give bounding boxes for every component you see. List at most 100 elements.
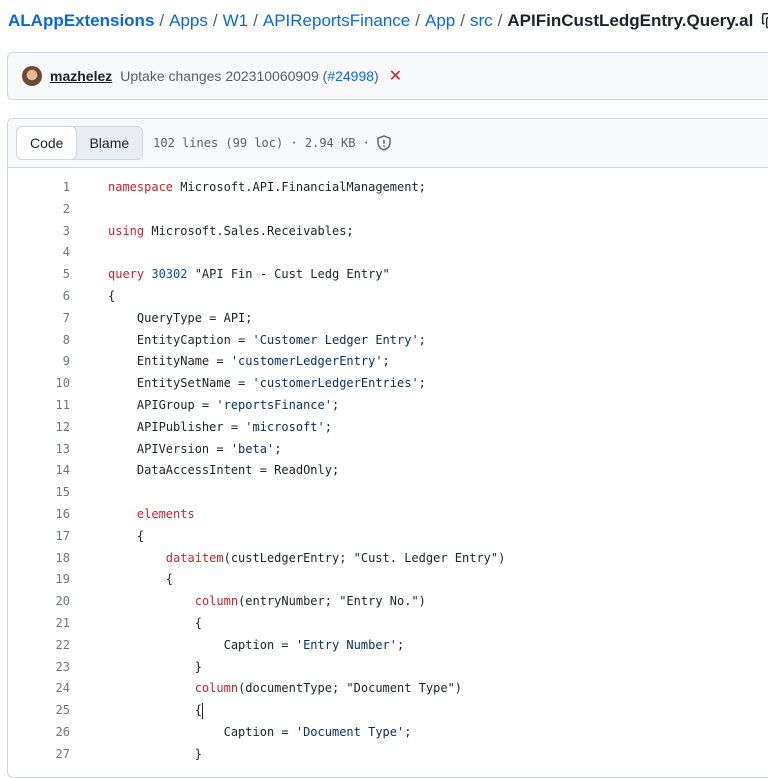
breadcrumb-separator: /: [253, 11, 258, 30]
line-number[interactable]: 7: [8, 308, 108, 330]
code-text: {: [108, 615, 202, 630]
line-number[interactable]: 12: [8, 417, 108, 439]
line-number[interactable]: 16: [8, 504, 108, 526]
breadcrumb: ALAppExtensions / Apps / W1 / APIReports…: [8, 6, 768, 36]
line-number[interactable]: 3: [8, 221, 108, 243]
code-text: namespace Microsoft.API.FinancialManagem…: [108, 180, 426, 194]
code-text: EntitySetName = 'customerLedgerEntries';: [108, 376, 426, 391]
breadcrumb-link-src[interactable]: src: [470, 11, 493, 31]
copy-icon[interactable]: [761, 12, 768, 30]
line-number[interactable]: 9: [8, 351, 108, 373]
code-view[interactable]: 1 namespace Microsoft.API.FinancialManage…: [8, 177, 768, 766]
file-info: 102 lines (99 loc) · 2.94 KB ·: [153, 135, 392, 151]
code-text: APIGroup = 'reportsFinance';: [108, 397, 340, 412]
code-line: 7 QueryType = API;: [8, 308, 768, 330]
code-text: dataitem(custLedgerEntry; "Cust. Ledger …: [165, 550, 506, 565]
avatar[interactable]: [22, 66, 42, 86]
line-number[interactable]: 6: [8, 286, 108, 308]
code-line: 18 dataitem(custLedgerEntry; "Cust. Ledg…: [8, 548, 768, 570]
status-failed-icon[interactable]: ✕: [389, 66, 402, 86]
breadcrumb-separator: /: [159, 11, 165, 30]
tab-code[interactable]: Code: [16, 126, 78, 160]
code-line: 3 using Microsoft.Sales.Receivables;: [8, 221, 768, 243]
code-line: 12 APIPublisher = 'microsoft';: [8, 417, 768, 439]
code-line: 5 query 30302 "API Fin - Cust Ledg Entry": [8, 264, 768, 286]
code-text: using Microsoft.Sales.Receivables;: [108, 223, 354, 238]
line-number[interactable]: 27: [8, 744, 108, 766]
code-text: QueryType = API;: [108, 310, 253, 325]
line-number[interactable]: 26: [8, 722, 108, 744]
breadcrumb-separator: /: [497, 11, 503, 30]
code-line: 23 }: [8, 657, 768, 679]
line-number[interactable]: 17: [8, 526, 108, 548]
line-number[interactable]: 14: [8, 460, 108, 482]
line-number[interactable]: 1: [8, 177, 108, 199]
code-text: column(entryNumber; "Entry No."): [194, 594, 426, 609]
code-line: 20 column(entryNumber; "Entry No."): [8, 591, 768, 613]
code-text: {: [108, 572, 174, 587]
code-line: 1 namespace Microsoft.API.FinancialManage…: [8, 177, 768, 199]
breadcrumb-separator: /: [212, 11, 218, 30]
code-line: 13 APIVersion = 'beta';: [8, 439, 768, 461]
code-line: 14 DataAccessIntent = ReadOnly;: [8, 460, 768, 482]
code-line: 2: [8, 199, 768, 221]
file-header: Code Blame 102 lines (99 loc) · 2.94 KB …: [8, 119, 768, 168]
commit-author[interactable]: mazhelez: [50, 68, 112, 84]
line-number[interactable]: 2: [8, 199, 108, 221]
line-number[interactable]: 8: [8, 330, 108, 352]
code-text: APIPublisher = 'microsoft';: [108, 419, 332, 434]
line-number[interactable]: 22: [8, 635, 108, 657]
breadcrumb-link-w1[interactable]: W1: [223, 11, 249, 31]
line-number[interactable]: 13: [8, 439, 108, 461]
code-text: query 30302 "API Fin - Cust Ledg Entry": [108, 267, 390, 282]
code-text: Caption = 'Document Type';: [108, 724, 412, 739]
view-toggle: Code Blame: [16, 126, 144, 160]
line-number[interactable]: 19: [8, 569, 108, 591]
code-line: 25 {: [8, 700, 768, 722]
code-text: column(documentType; "Document Type"): [194, 681, 463, 696]
code-line: 15: [8, 482, 768, 504]
code-line: 24 column(documentType; "Document Type"): [8, 678, 768, 700]
code-line: 22 Caption = 'Entry Number';: [8, 635, 768, 657]
code-text: {: [108, 288, 116, 303]
code-line: 4: [8, 242, 768, 264]
line-number[interactable]: 20: [8, 591, 108, 613]
code-text: }: [108, 659, 202, 674]
code-text: elements: [136, 506, 195, 521]
commit-pr-link[interactable]: #24998: [327, 68, 374, 84]
text-cursor: [201, 702, 203, 719]
breadcrumb-link-apps[interactable]: Apps: [169, 11, 208, 31]
file-viewer: Code Blame 102 lines (99 loc) · 2.94 KB …: [7, 118, 768, 778]
line-number[interactable]: 25: [8, 700, 108, 722]
commit-message-link[interactable]: Uptake changes 202310060909 (: [120, 68, 327, 84]
breadcrumb-separator: /: [415, 11, 420, 30]
code-line: 26 Caption = 'Document Type';: [8, 722, 768, 744]
line-number[interactable]: 11: [8, 395, 108, 417]
line-number[interactable]: 23: [8, 657, 108, 679]
breadcrumb-link-app[interactable]: App: [425, 11, 455, 31]
commit-message: Uptake changes 202310060909 (#24998): [120, 68, 378, 84]
code-text: {: [108, 702, 203, 719]
tab-blame[interactable]: Blame: [76, 127, 142, 159]
line-number[interactable]: 10: [8, 373, 108, 395]
breadcrumb-link-apireportsfinance[interactable]: APIReportsFinance: [263, 11, 410, 31]
code-line: 16 elements: [8, 504, 768, 526]
file-info-text: 102 lines (99 loc) · 2.94 KB ·: [153, 136, 370, 150]
line-number[interactable]: 4: [8, 242, 108, 264]
code-line: 19 {: [8, 569, 768, 591]
line-number[interactable]: 18: [8, 548, 108, 570]
shield-icon[interactable]: [376, 135, 392, 151]
line-number[interactable]: 5: [8, 264, 108, 286]
code-text: APIVersion = 'beta';: [108, 441, 282, 456]
line-number[interactable]: 24: [8, 678, 108, 700]
line-number[interactable]: 15: [8, 482, 108, 504]
code-line: 6{: [8, 286, 768, 308]
code-line: 21 {: [8, 613, 768, 635]
breadcrumb-separator: /: [460, 11, 465, 30]
code-text: {: [108, 528, 145, 543]
commit-message-end: ): [374, 68, 379, 84]
line-number[interactable]: 21: [8, 613, 108, 635]
code-text: }: [108, 746, 202, 761]
breadcrumb-repo-link[interactable]: ALAppExtensions: [8, 11, 154, 31]
code-text: EntityCaption = 'Customer Ledger Entry';: [108, 332, 426, 347]
